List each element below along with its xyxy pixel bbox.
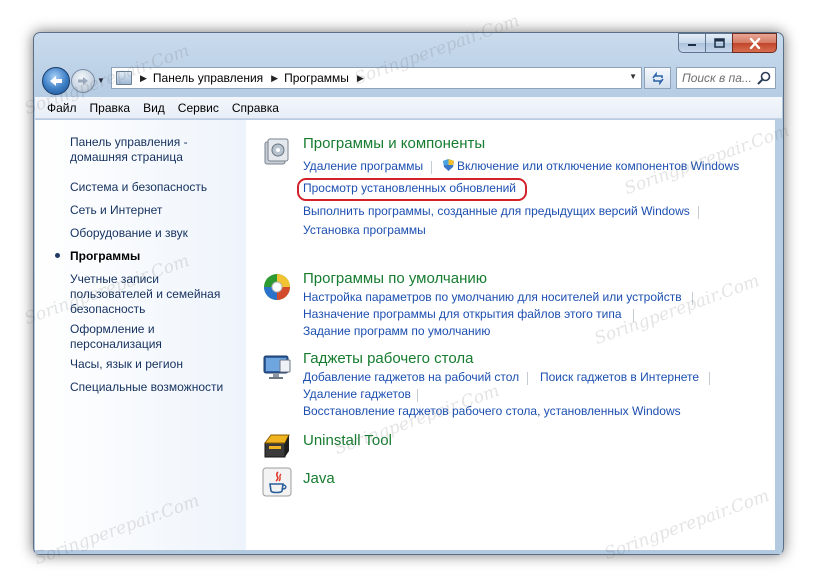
caption-buttons [678,33,777,53]
breadcrumb-chevron-icon[interactable]: ▶ [140,73,147,84]
link-separator [527,372,528,385]
uninstall-tool-icon[interactable] [261,429,293,461]
link-windows-features[interactable]: Включение или отключение компонентов Win… [443,159,739,173]
forward-button[interactable] [71,69,95,93]
sidebar-item-appearance-line2: персонализация [70,337,162,351]
category-title-programs-features[interactable]: Программы и компоненты [303,135,485,152]
main-panel: Программы и компоненты Удаление программ… [246,120,775,550]
back-arrow-icon [50,76,62,86]
link-separator [709,372,710,385]
sidebar-item-system-security[interactable]: Система и безопасность [70,180,207,195]
back-button[interactable] [42,67,70,95]
menu-help[interactable]: Справка [232,101,279,115]
sidebar-item-appearance-line1: Оформление и [70,322,155,336]
link-file-associations[interactable]: Назначение программы для открытия файлов… [303,307,622,321]
refresh-icon [651,71,664,85]
sidebar-item-user-accounts-line2: пользователей и семейная [70,287,221,301]
menu-tools[interactable]: Сервис [178,101,219,115]
close-button[interactable] [732,33,777,53]
forward-arrow-icon [78,77,88,85]
refresh-button[interactable] [644,67,671,89]
maximize-button[interactable] [705,33,732,53]
sidebar-item-hardware-sound[interactable]: Оборудование и звук [70,226,188,241]
shield-icon [443,159,454,171]
breadcrumb-chevron-icon[interactable]: ▶ [357,73,364,84]
menu-file[interactable]: Файл [47,101,77,115]
sidebar-item-home-line2: домашняя страница [70,150,183,164]
search-icon[interactable] [756,70,772,86]
maximize-icon [713,38,725,48]
content-area: Панель управления - домашняя страница Си… [35,120,775,550]
link-separator [692,292,693,305]
history-dropdown-button[interactable]: ▼ [97,76,105,85]
link-separator [698,206,699,219]
sidebar-item-appearance[interactable]: Оформление и персонализация [70,322,162,352]
window-bottom-border [35,550,782,554]
link-autoplay-defaults[interactable]: Настройка параметров по умолчанию для но… [303,290,682,304]
address-dropdown-icon[interactable]: ▼ [629,72,637,81]
sidebar-item-network[interactable]: Сеть и Интернет [70,203,162,218]
menu-edit[interactable]: Правка [90,101,131,115]
sidebar-item-user-accounts-line1: Учетные записи [70,272,159,286]
desktop-gadgets-icon[interactable] [261,350,293,382]
breadcrumb-chevron-icon[interactable]: ▶ [271,73,278,84]
default-programs-icon[interactable] [261,271,293,303]
control-panel-window: ▼ ▶ Панель управления ▶ Программы ▶ ▼ По… [33,32,784,555]
link-windows-features-label: Включение или отключение компонентов Win… [457,159,740,173]
menu-view[interactable]: Вид [143,101,165,115]
link-separator [417,389,418,402]
sidebar-item-programs: Программы [70,249,141,263]
search-placeholder: Поиск в па... [682,71,752,85]
category-title-default-programs[interactable]: Программы по умолчанию [303,270,487,287]
link-separator [431,161,432,174]
programs-features-icon[interactable] [261,135,293,167]
close-icon [749,37,760,49]
category-title-desktop-gadgets[interactable]: Гаджеты рабочего стола [303,350,473,367]
sidebar-item-user-accounts[interactable]: Учетные записи пользователей и семейная … [70,272,220,317]
sidebar-item-home-line1: Панель управления - [70,135,188,149]
highlight-ring [297,178,527,201]
java-icon[interactable] [261,466,293,498]
control-panel-address-icon [116,71,132,85]
address-bar[interactable]: ▶ Панель управления ▶ Программы ▶ ▼ [111,67,642,89]
sidebar-item-accessibility[interactable]: Специальные возможности [70,380,223,395]
minimize-button[interactable] [678,33,705,53]
breadcrumb-control-panel[interactable]: Панель управления [153,71,263,85]
sidebar-item-home[interactable]: Панель управления - домашняя страница [70,135,188,165]
menu-bar: Файл Правка Вид Сервис Справка [35,97,782,119]
link-set-default-programs[interactable]: Задание программ по умолчанию [303,324,490,338]
link-program-compatibility[interactable]: Выполнить программы, созданные для преды… [303,204,690,218]
link-find-gadgets-online[interactable]: Поиск гаджетов в Интернете [540,370,699,384]
link-restore-gadgets[interactable]: Восстановление гаджетов рабочего стола, … [303,404,681,418]
breadcrumb-programs[interactable]: Программы [284,71,349,85]
link-remove-gadgets[interactable]: Удаление гаджетов [303,387,411,401]
category-title-java[interactable]: Java [303,470,335,487]
sidebar-item-clock-region[interactable]: Часы, язык и регион [70,357,183,372]
category-title-uninstall-tool[interactable]: Uninstall Tool [303,432,392,449]
link-uninstall-program[interactable]: Удаление программы [303,159,423,173]
sidebar: Панель управления - домашняя страница Си… [35,120,246,550]
current-item-bullet-icon [55,253,60,258]
search-input[interactable]: Поиск в па... [676,67,776,89]
link-install-program[interactable]: Установка программы [303,223,426,237]
minimize-icon [688,44,696,46]
sidebar-item-user-accounts-line3: безопасность [70,302,146,316]
link-add-gadgets[interactable]: Добавление гаджетов на рабочий стол [303,370,519,384]
link-separator [633,309,634,322]
